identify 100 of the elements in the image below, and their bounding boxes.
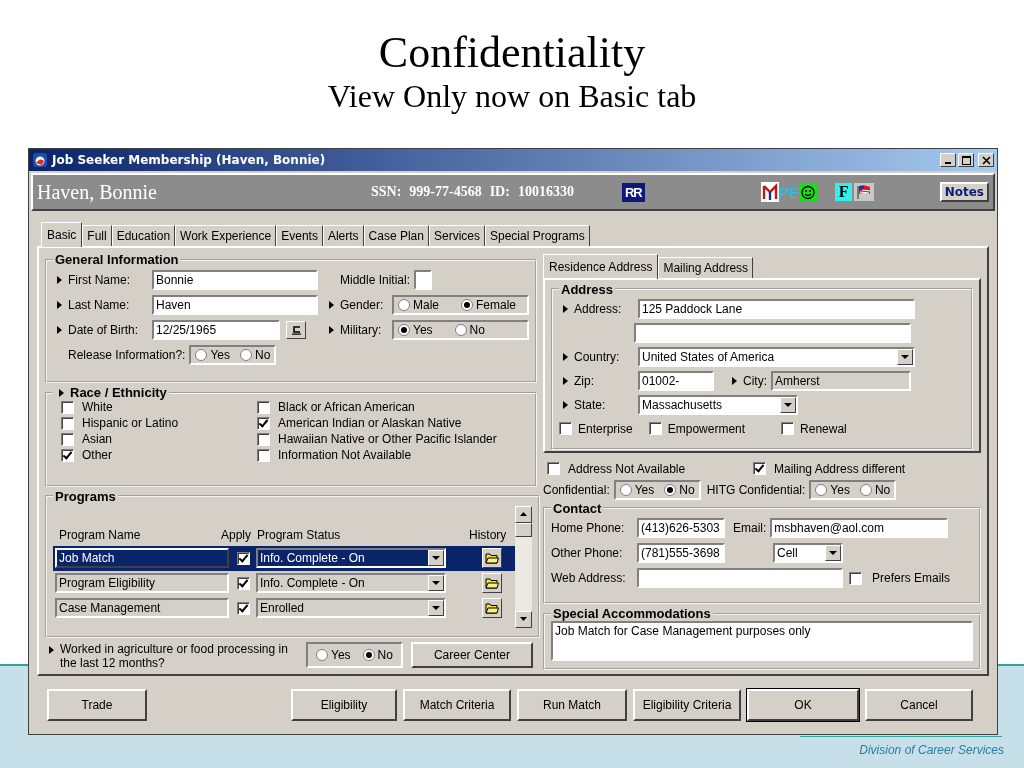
- input-field[interactable]: 125 Paddock Lane: [638, 298, 915, 319]
- scroll-bar[interactable]: [515, 505, 532, 628]
- history-button[interactable]: [482, 598, 502, 619]
- radio-option[interactable]: Yes: [195, 347, 230, 362]
- dropdown[interactable]: Info. Complete - On: [256, 573, 446, 594]
- table-row[interactable]: Job Match Info. Complete - On: [53, 545, 515, 571]
- action-button[interactable]: Match Criteria: [403, 689, 511, 721]
- tab[interactable]: Services: [428, 225, 485, 246]
- section-title: Special Accommodations: [553, 606, 711, 622]
- checkbox[interactable]: American Indian or Alaskan Native: [257, 416, 529, 431]
- career-center-button[interactable]: Career Center: [410, 642, 533, 668]
- checkbox[interactable]: Black or African American: [257, 400, 529, 415]
- checkbox[interactable]: Other: [61, 448, 257, 463]
- field-label: Address:: [574, 301, 623, 316]
- section-title: Address: [561, 281, 614, 297]
- table-row[interactable]: Program Eligibility Info. Complete - On: [53, 570, 515, 596]
- radio-option[interactable]: No: [859, 482, 891, 497]
- question-text: Worked in agriculture or food processing in the last 12 months?: [60, 642, 289, 670]
- id-value: 10016330: [517, 184, 574, 200]
- input-field[interactable]: [634, 322, 911, 343]
- radio-option[interactable]: Yes: [619, 482, 655, 497]
- minimize-button[interactable]: [940, 153, 956, 167]
- folder-icon: [485, 552, 499, 565]
- checkbox[interactable]: Hispanic or Latino: [61, 416, 257, 431]
- action-button[interactable]: Run Match: [517, 689, 627, 721]
- checkbox[interactable]: Prefers Emails: [849, 571, 951, 586]
- close-icon: [981, 155, 991, 165]
- tab[interactable]: Full: [82, 225, 112, 246]
- table-cell: Case Management: [55, 598, 229, 619]
- action-button[interactable]: OK: [747, 689, 859, 721]
- text-area[interactable]: Job Match for Case Management purposes only: [551, 621, 973, 662]
- radio-option[interactable]: Male: [398, 297, 439, 312]
- radio-option[interactable]: No: [454, 322, 485, 337]
- input-field[interactable]: 12/25/1965: [152, 319, 280, 340]
- checkbox[interactable]: Asian: [61, 432, 257, 447]
- field-label: Country:: [574, 349, 621, 364]
- field-label: State:: [574, 397, 607, 412]
- table-cell: Program Eligibility: [55, 573, 229, 594]
- checkbox[interactable]: Information Not Available: [257, 448, 529, 463]
- tab[interactable]: Special Programs: [485, 225, 590, 246]
- checkbox[interactable]: [237, 551, 250, 565]
- history-button[interactable]: [482, 548, 502, 569]
- dropdown[interactable]: Cell: [773, 543, 843, 564]
- input-field[interactable]: 01002-: [638, 370, 714, 391]
- tab[interactable]: Basic: [41, 222, 83, 247]
- radio-option[interactable]: Yes: [815, 482, 850, 497]
- scroll-down-button[interactable]: [515, 610, 532, 628]
- action-button[interactable]: Trade: [47, 689, 147, 721]
- action-button[interactable]: Eligibility Criteria: [633, 689, 741, 721]
- notes-button[interactable]: Notes: [939, 182, 989, 202]
- radio-option[interactable]: No: [240, 347, 271, 362]
- maximize-button[interactable]: [958, 153, 974, 167]
- dropdown[interactable]: United States of America: [638, 346, 915, 367]
- dropdown[interactable]: Info. Complete - On: [256, 548, 446, 569]
- field-label: First Name:: [68, 272, 131, 287]
- input-field[interactable]: Haven: [152, 294, 318, 315]
- input-field[interactable]: [414, 269, 433, 290]
- input-field[interactable]: Amherst: [771, 370, 911, 391]
- input-field[interactable]: (781)555-3698: [637, 543, 725, 564]
- tab[interactable]: Residence Address: [543, 253, 659, 279]
- section-title: Programs: [55, 488, 116, 504]
- tab[interactable]: Work Experience: [175, 225, 277, 246]
- checkbox[interactable]: Mailing Address different: [753, 461, 906, 476]
- checkbox[interactable]: Address Not Available: [547, 461, 753, 476]
- status-text: PE: [778, 183, 799, 201]
- dropdown[interactable]: Enrolled: [256, 598, 446, 619]
- action-button[interactable]: Cancel: [865, 689, 973, 721]
- input-field[interactable]: (413)626-5303: [637, 518, 725, 539]
- radio-option[interactable]: No: [664, 482, 695, 497]
- checkbox[interactable]: Renewal: [781, 421, 847, 436]
- table-row[interactable]: Case Management Enrolled: [53, 595, 515, 621]
- calendar-button[interactable]: [286, 320, 306, 339]
- checkbox[interactable]: Empowerment: [648, 421, 746, 436]
- checkbox[interactable]: Enterprise: [559, 421, 633, 436]
- checkbox[interactable]: Hawaiian Native or Other Pacific Islander: [257, 432, 529, 447]
- tab[interactable]: Events: [276, 225, 323, 246]
- dropdown[interactable]: Massachusetts: [638, 394, 798, 415]
- action-button[interactable]: Eligibility: [291, 689, 397, 721]
- radio-option[interactable]: Yes: [316, 648, 351, 662]
- ssn-value: 999-77-4568: [409, 184, 482, 200]
- tab[interactable]: Education: [111, 225, 176, 246]
- radio-option[interactable]: Female: [461, 297, 517, 312]
- client-name: Haven, Bonnie: [37, 180, 157, 204]
- checkbox[interactable]: [237, 601, 250, 615]
- tab[interactable]: Case Plan: [363, 225, 429, 246]
- input-field[interactable]: msbhaven@aol.com: [770, 518, 949, 539]
- checkbox[interactable]: [237, 576, 250, 590]
- scroll-up-button[interactable]: [515, 505, 532, 523]
- field-label: Date of Birth:: [68, 322, 140, 337]
- input-field[interactable]: [637, 568, 843, 589]
- close-button[interactable]: [978, 153, 994, 167]
- input-field[interactable]: Bonnie: [152, 269, 318, 290]
- radio-option[interactable]: No: [362, 648, 393, 662]
- radio-option[interactable]: Yes: [398, 322, 433, 337]
- field-label: Zip:: [574, 373, 595, 388]
- tab[interactable]: Mailing Address: [658, 256, 754, 278]
- tab[interactable]: Alerts: [322, 225, 364, 246]
- checkbox[interactable]: White: [61, 400, 257, 415]
- history-button[interactable]: [482, 573, 502, 594]
- field-label: Military:: [340, 322, 383, 337]
